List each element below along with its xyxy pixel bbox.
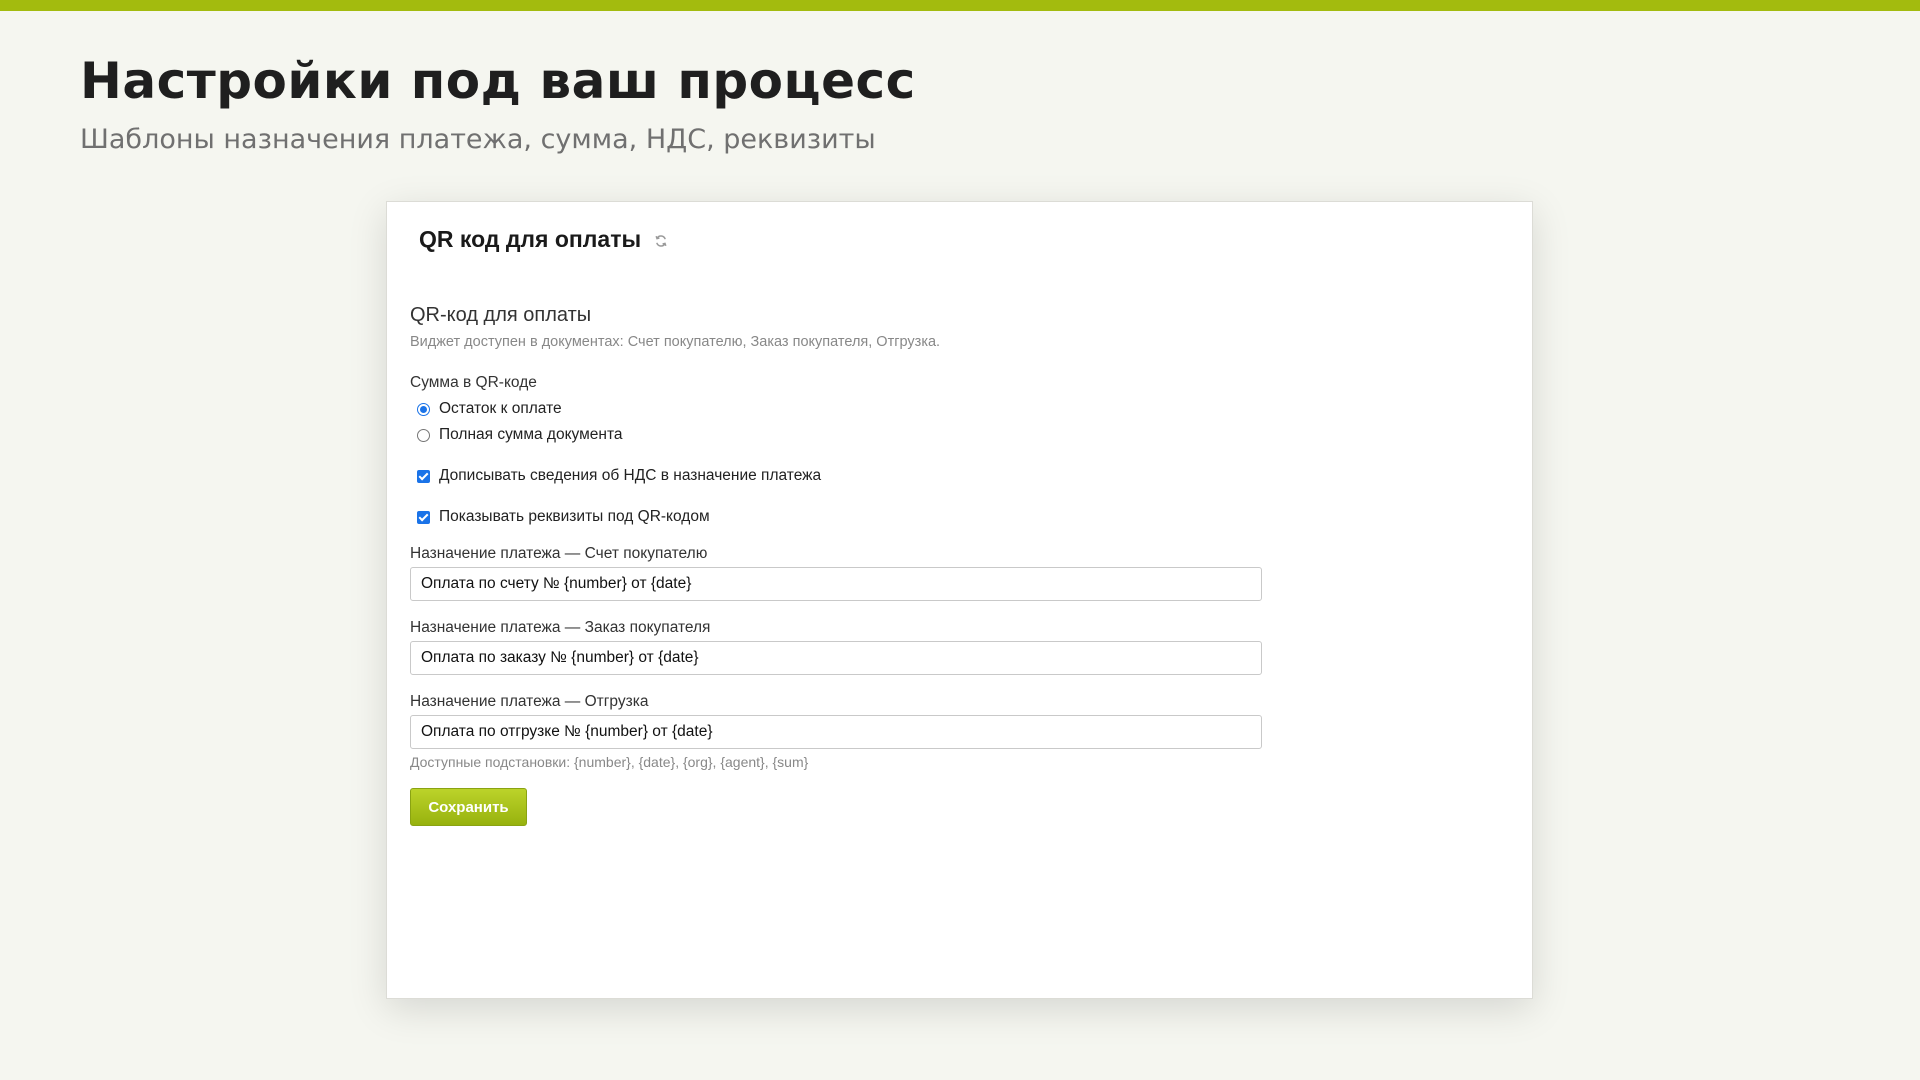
radio-full-amount[interactable]: Полная сумма документа [417, 426, 623, 444]
checkbox-label: Дописывать сведения об НДС в назначение … [439, 467, 822, 484]
radio-button-checked[interactable] [417, 402, 430, 416]
amount-group-label: Сумма в QR-коде [410, 374, 537, 391]
card-title: QR код для оплаты [419, 226, 642, 252]
substitutions-hint: Доступные подстановки: {number}, {date},… [410, 754, 809, 770]
checkbox-label: Показывать реквизиты под QR-кодом [439, 508, 710, 525]
widget-description: Виджет доступен в документах: Счет покуп… [410, 334, 941, 350]
field-label-shipment: Назначение платежа — Отгрузка [410, 693, 649, 710]
field-label-order: Назначение платежа — Заказ покупателя [410, 619, 711, 636]
invoice-purpose-input[interactable] [410, 567, 1262, 601]
refresh-icon[interactable] [654, 234, 668, 248]
checkbox-show-requisites[interactable]: Показывать реквизиты под QR-кодом [417, 508, 710, 526]
radio-label: Остаток к оплате [439, 400, 562, 417]
order-purpose-input[interactable] [410, 641, 1262, 675]
page-subtitle: Шаблоны назначения платежа, сумма, НДС, … [80, 124, 876, 155]
card-header: QR код для оплаты [419, 226, 668, 253]
settings-card: QR код для оплаты QR-код для оплаты Видж… [386, 201, 1533, 999]
radio-label: Полная сумма документа [439, 426, 623, 443]
page-title: Настройки под ваш процесс [80, 52, 916, 110]
checkbox-checked[interactable] [417, 510, 430, 524]
widget-title: QR-код для оплаты [410, 304, 592, 326]
radio-remaining-amount[interactable]: Остаток к оплате [417, 400, 562, 418]
top-accent-bar [0, 0, 1920, 11]
checkbox-vat-info[interactable]: Дописывать сведения об НДС в назначение … [417, 467, 821, 485]
radio-button[interactable] [417, 428, 430, 442]
save-button[interactable]: Сохранить [410, 788, 527, 826]
field-label-invoice: Назначение платежа — Счет покупателю [410, 545, 708, 562]
checkbox-checked[interactable] [417, 469, 430, 483]
shipment-purpose-input[interactable] [410, 715, 1262, 749]
